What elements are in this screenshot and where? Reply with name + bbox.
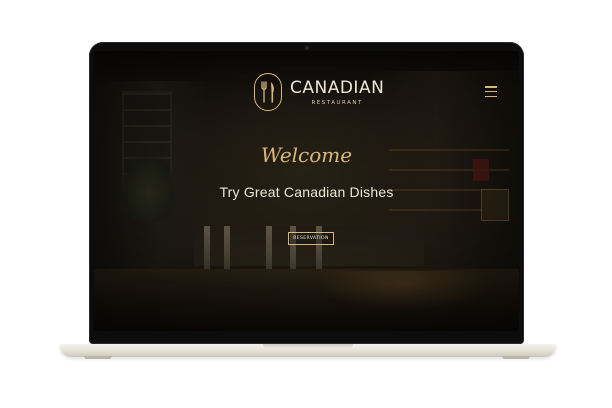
webcam xyxy=(304,46,309,50)
logo-text: CANADIAN RESTAURANT xyxy=(290,79,384,106)
brand-name: CANADIAN xyxy=(290,77,385,98)
laptop-screen: CANADIAN RESTAURANT Welcome Try Great Ca… xyxy=(94,51,519,331)
hero-tagline: Try Great Canadian Dishes xyxy=(219,184,394,200)
laptop-foot-right xyxy=(502,356,530,359)
site-logo[interactable]: CANADIAN RESTAURANT xyxy=(254,73,384,111)
reservation-button[interactable]: RESERVATION xyxy=(288,232,334,245)
laptop-notch xyxy=(263,344,353,348)
mockup-stage: CANADIAN RESTAURANT Welcome Try Great Ca… xyxy=(0,0,612,408)
laptop-foot-left xyxy=(84,356,112,359)
fork-knife-icon xyxy=(254,73,282,111)
brand-subtitle: RESTAURANT xyxy=(311,99,363,106)
hero-welcome-heading: Welcome xyxy=(260,143,353,167)
hamburger-menu-icon[interactable] xyxy=(485,86,497,97)
laptop-lid: CANADIAN RESTAURANT Welcome Try Great Ca… xyxy=(89,42,524,344)
laptop-base xyxy=(60,344,556,357)
